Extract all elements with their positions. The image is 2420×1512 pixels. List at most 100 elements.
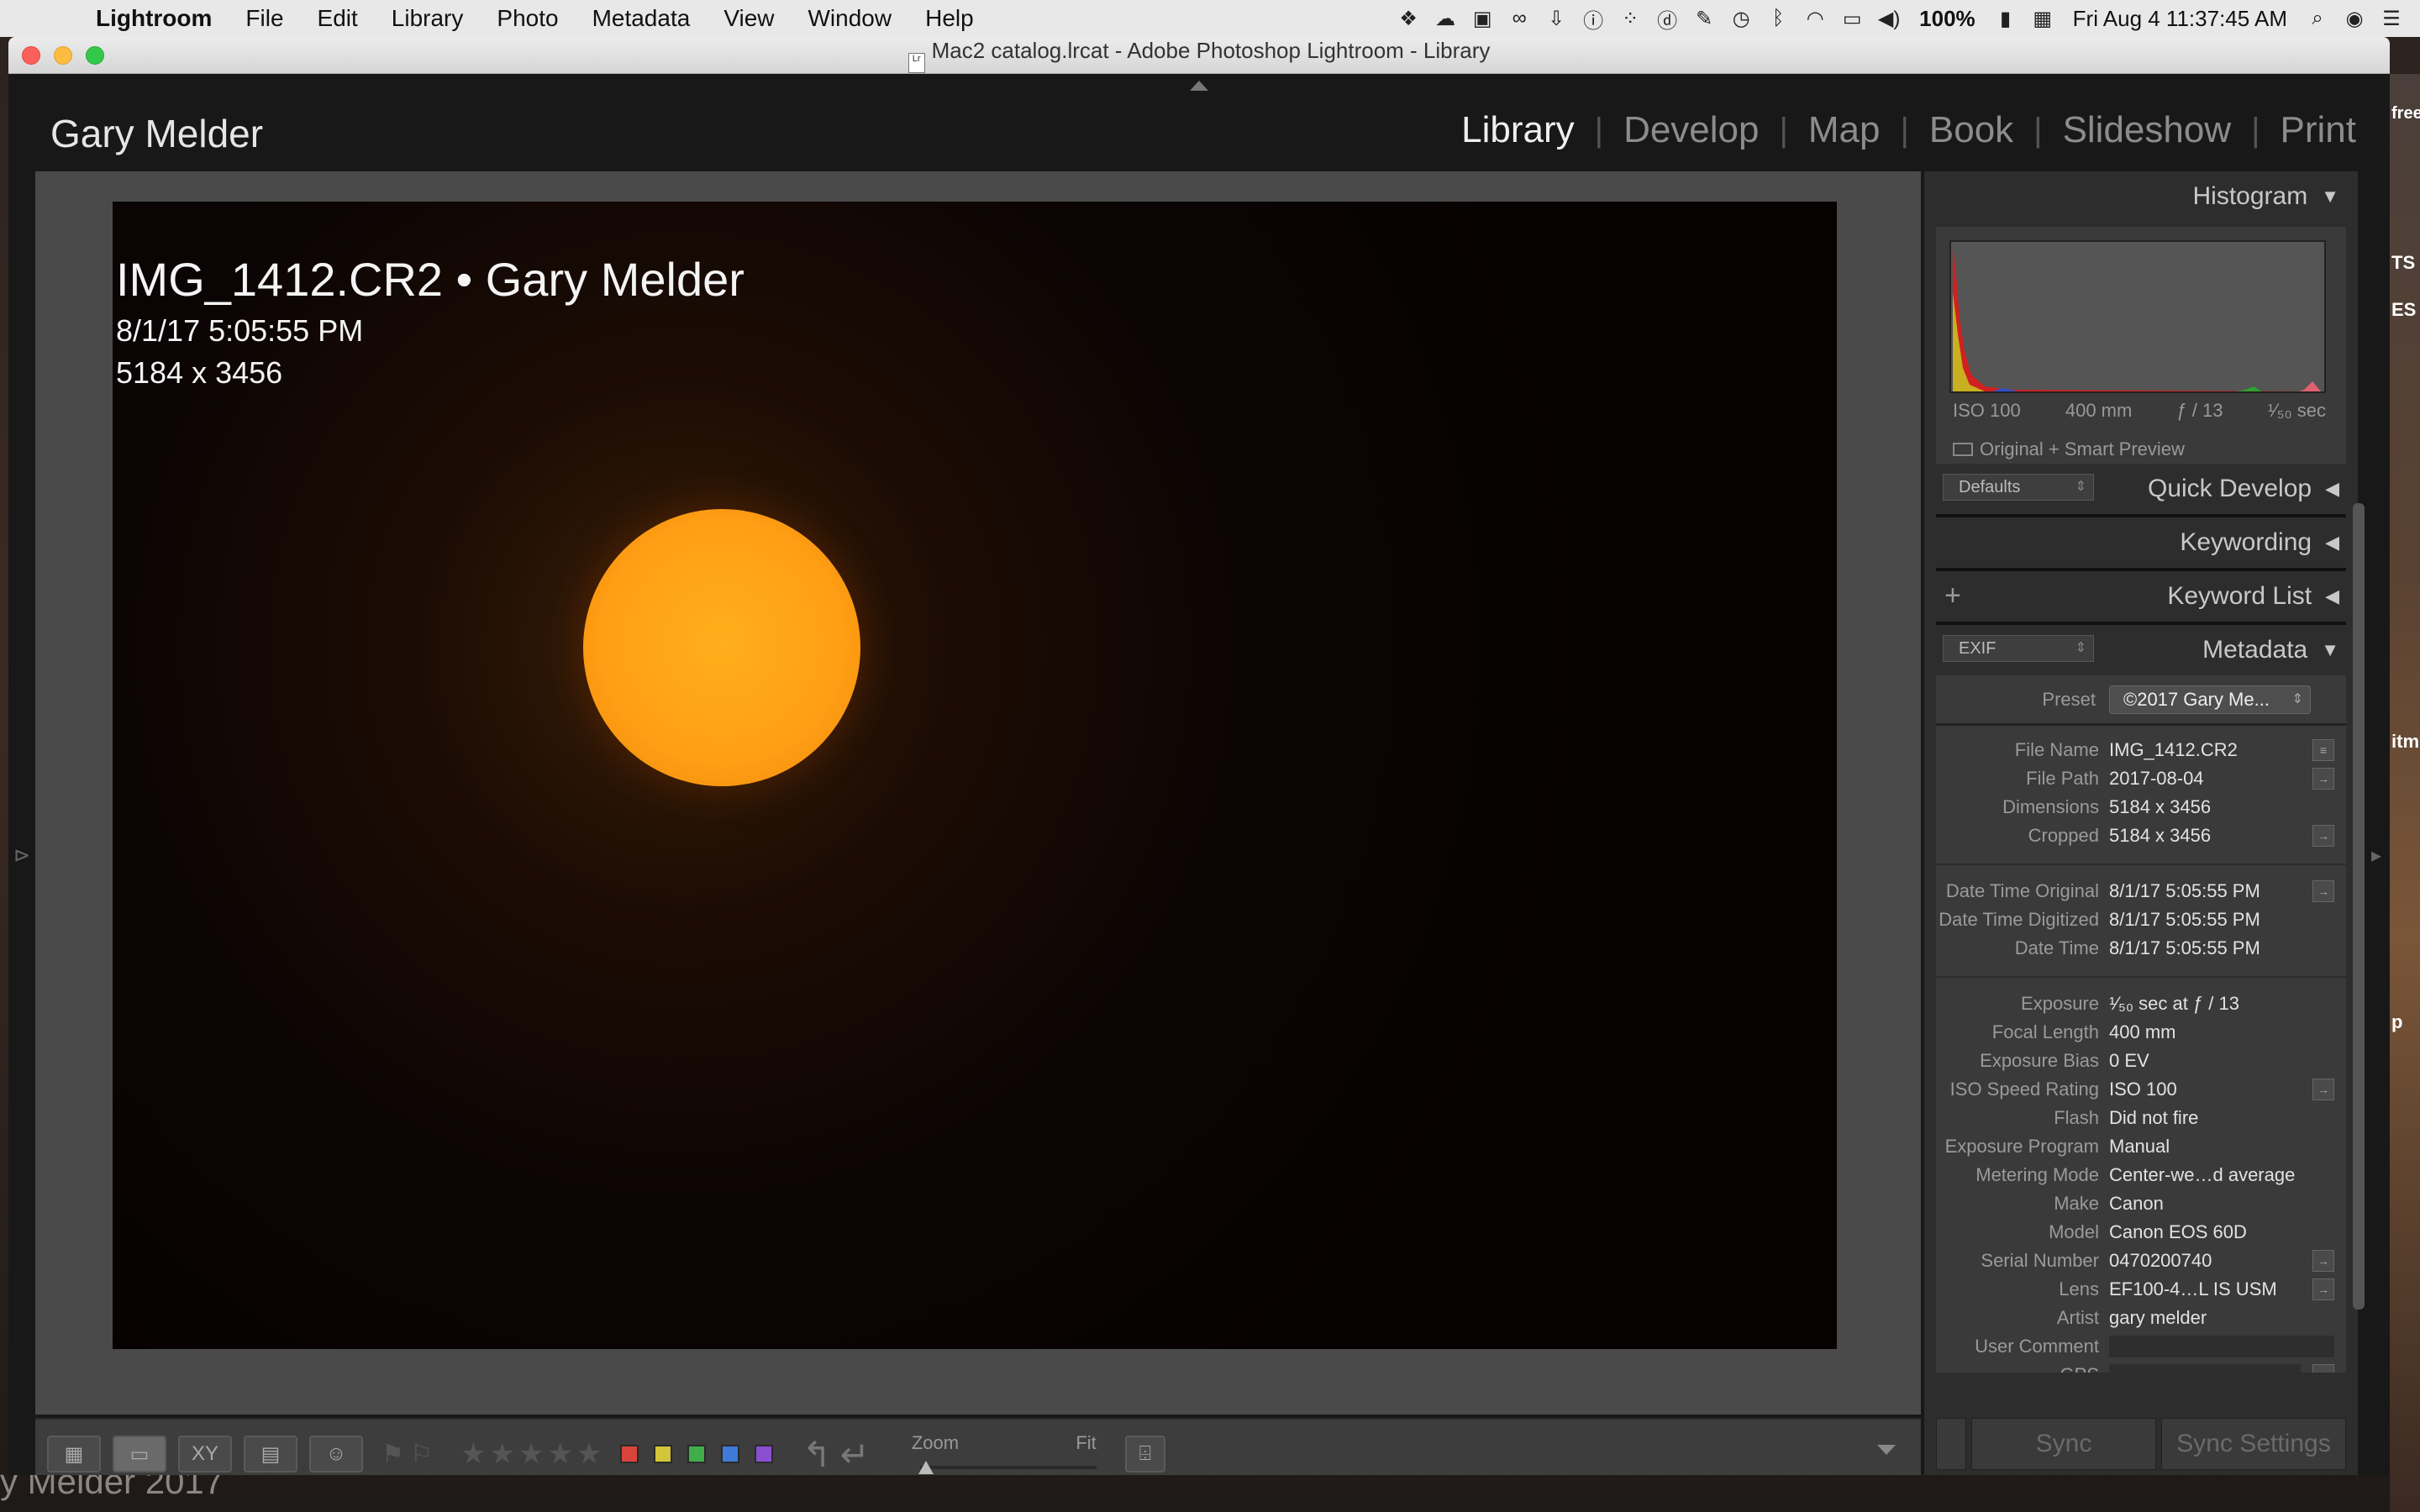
menu-edit[interactable]: Edit bbox=[301, 5, 375, 32]
spotlight-search-icon[interactable]: ⌕ bbox=[2299, 7, 2336, 30]
rename-list-icon[interactable]: ≡ bbox=[2312, 739, 2334, 761]
d-app-icon[interactable]: ⓓ bbox=[1649, 4, 1686, 34]
smart-preview-status[interactable]: Original + Smart Preview bbox=[1953, 438, 2185, 460]
module-library[interactable]: Library bbox=[1441, 109, 1595, 151]
star-rating[interactable]: ★★★★★ bbox=[460, 1437, 605, 1471]
evernote-icon[interactable]: ✎ bbox=[1686, 7, 1723, 31]
add-keyword-icon[interactable]: + bbox=[1944, 580, 1961, 612]
volume-icon[interactable]: ◀) bbox=[1870, 7, 1907, 31]
library-toolbar: ▦ ▭ XY ▤ ☺ ⚑ ⚐ ★★★★★ ↰ ↵ Zoom Fit ⌹ bbox=[35, 1418, 1921, 1475]
module-book[interactable]: Book bbox=[1909, 109, 2033, 151]
module-separator: | bbox=[2251, 111, 2260, 149]
battery-icon[interactable]: ▮ bbox=[1987, 7, 2024, 31]
menu-bar: Lightroom File Edit Library Photo Metada… bbox=[0, 0, 2420, 37]
metadata-value[interactable]: gary melder bbox=[2109, 1307, 2346, 1329]
metadata-group-separator bbox=[1936, 850, 2346, 865]
color-label-red[interactable] bbox=[620, 1445, 639, 1463]
clock[interactable]: Fri Aug 4 11:37:45 AM bbox=[2061, 6, 2299, 32]
gps-field[interactable] bbox=[2109, 1364, 2301, 1373]
module-map[interactable]: Map bbox=[1788, 109, 1901, 151]
metadata-row: Cropped 5184 x 3456 → bbox=[1936, 822, 2346, 850]
battery-percent[interactable]: 100% bbox=[1907, 6, 1987, 32]
filter-iso-arrow-icon[interactable]: → bbox=[2312, 1079, 2334, 1100]
menu-library[interactable]: Library bbox=[375, 5, 481, 32]
menu-photo[interactable]: Photo bbox=[480, 5, 575, 32]
app-menu[interactable]: Lightroom bbox=[69, 5, 229, 32]
time-machine-icon[interactable]: ◷ bbox=[1723, 7, 1760, 31]
dots-grid-icon[interactable]: ⁘ bbox=[1612, 7, 1649, 31]
wifi-icon[interactable]: ◠ bbox=[1797, 7, 1833, 31]
metadata-preset-select[interactable]: ©2017 Gary Me... bbox=[2109, 685, 2311, 714]
metadata-row: Flash Did not fire bbox=[1936, 1104, 2346, 1132]
left-panel-toggle[interactable]: ⊳ bbox=[13, 843, 30, 868]
module-develop[interactable]: Develop bbox=[1603, 109, 1779, 151]
menu-view[interactable]: View bbox=[707, 5, 791, 32]
loupe-view[interactable]: IMG_1412.CR2 • Gary Melder 8/1/17 5:05:5… bbox=[35, 171, 1921, 1415]
menu-metadata[interactable]: Metadata bbox=[576, 5, 708, 32]
airplay-icon[interactable]: ▭ bbox=[1833, 7, 1870, 31]
bluetooth-icon[interactable]: ᛒ bbox=[1760, 7, 1797, 30]
metadata-view-select[interactable]: EXIF bbox=[1943, 635, 2094, 662]
auto-sync-toggle[interactable] bbox=[1936, 1418, 1966, 1470]
go-to-folder-arrow-icon[interactable]: → bbox=[2312, 768, 2334, 790]
grid-view-button[interactable]: ▦ bbox=[47, 1436, 101, 1473]
sync-settings-button[interactable]: Sync Settings bbox=[2161, 1418, 2346, 1470]
metadata-panel-header[interactable]: EXIF Metadata ▼ bbox=[1924, 625, 2358, 675]
photos-icon[interactable]: ▣ bbox=[1464, 7, 1501, 31]
cloud-sync-icon[interactable]: ☁ bbox=[1427, 7, 1464, 31]
right-panel-scrollbar[interactable] bbox=[2353, 503, 2365, 1310]
pick-flag-icon[interactable]: ⚑ bbox=[381, 1440, 407, 1468]
histogram-focal: 400 mm bbox=[2065, 400, 2133, 421]
gps-map-arrow-icon[interactable]: → bbox=[2312, 1364, 2334, 1373]
menu-file[interactable]: File bbox=[229, 5, 300, 32]
identity-plate[interactable]: Gary Melder bbox=[50, 111, 263, 156]
color-label-purple[interactable] bbox=[755, 1445, 774, 1463]
metadata-value: Center-we…d average bbox=[2109, 1164, 2296, 1185]
keywording-panel-header[interactable]: Keywording ◀ bbox=[1924, 517, 2358, 568]
metadata-row: Exposure Program Manual bbox=[1936, 1132, 2346, 1161]
rotate-left-icon[interactable]: ↰ bbox=[802, 1434, 831, 1475]
notification-center-icon[interactable]: ☰ bbox=[2373, 7, 2410, 31]
color-label-blue[interactable] bbox=[721, 1445, 740, 1463]
user-comment-field[interactable] bbox=[2109, 1336, 2334, 1357]
sync-button[interactable]: Sync bbox=[1971, 1418, 2156, 1470]
filter-serial-arrow-icon[interactable]: → bbox=[2312, 1250, 2334, 1272]
zoom-knob[interactable] bbox=[918, 1461, 934, 1474]
metadata-row: GPS → bbox=[1936, 1361, 2346, 1373]
loupe-view-button[interactable]: ▭ bbox=[113, 1436, 166, 1473]
face-region-button[interactable]: ⌹ bbox=[1124, 1436, 1165, 1473]
download-icon[interactable]: ⇩ bbox=[1538, 7, 1575, 31]
toolbar-options-dropdown[interactable] bbox=[1877, 1445, 1896, 1455]
quick-develop-preset-select[interactable]: Defaults bbox=[1943, 474, 2094, 501]
metadata-row: Artist gary melder bbox=[1936, 1304, 2346, 1332]
crop-arrow-icon[interactable]: → bbox=[2312, 825, 2334, 847]
edit-capture-time-arrow-icon[interactable]: → bbox=[2312, 880, 2334, 902]
password-icon[interactable]: ⓘ bbox=[1575, 4, 1612, 34]
module-print[interactable]: Print bbox=[2260, 109, 2356, 151]
module-slideshow[interactable]: Slideshow bbox=[2043, 109, 2252, 151]
zoom-track[interactable] bbox=[919, 1466, 1097, 1469]
filter-lens-arrow-icon[interactable]: → bbox=[2312, 1278, 2334, 1300]
preview-status-text: Original + Smart Preview bbox=[1980, 438, 2185, 459]
siri-icon[interactable]: ◉ bbox=[2336, 7, 2373, 31]
histogram-graph[interactable] bbox=[1949, 240, 2326, 393]
right-panel-toggle[interactable]: ▸ bbox=[2371, 843, 2381, 868]
color-label-green[interactable] bbox=[687, 1445, 707, 1463]
flag-icon[interactable]: ▦ bbox=[2024, 7, 2061, 31]
metadata-value[interactable]: IMG_1412.CR2 bbox=[2109, 739, 2312, 761]
color-label-yellow[interactable] bbox=[654, 1445, 673, 1463]
people-view-button[interactable]: ☺ bbox=[309, 1436, 363, 1473]
compare-view-button[interactable]: XY bbox=[178, 1436, 232, 1473]
rotate-right-icon[interactable]: ↵ bbox=[840, 1434, 870, 1475]
menu-window[interactable]: Window bbox=[792, 5, 909, 32]
dropbox-icon[interactable]: ❖ bbox=[1390, 7, 1427, 31]
window-titlebar[interactable]: Lr Mac2 catalog.lrcat - Adobe Photoshop L… bbox=[8, 37, 2390, 74]
creative-cloud-icon[interactable]: ∞ bbox=[1501, 7, 1538, 30]
menu-help[interactable]: Help bbox=[908, 5, 991, 32]
quick-develop-panel-header[interactable]: Defaults Quick Develop ◀ bbox=[1924, 464, 2358, 514]
histogram-panel-header[interactable]: Histogram ▼ bbox=[1924, 171, 2358, 222]
keyword-list-panel-header[interactable]: + Keyword List ◀ bbox=[1924, 571, 2358, 622]
zoom-slider[interactable]: Zoom Fit bbox=[912, 1429, 1097, 1475]
reject-flag-icon[interactable]: ⚐ bbox=[410, 1440, 435, 1468]
survey-view-button[interactable]: ▤ bbox=[244, 1436, 297, 1473]
